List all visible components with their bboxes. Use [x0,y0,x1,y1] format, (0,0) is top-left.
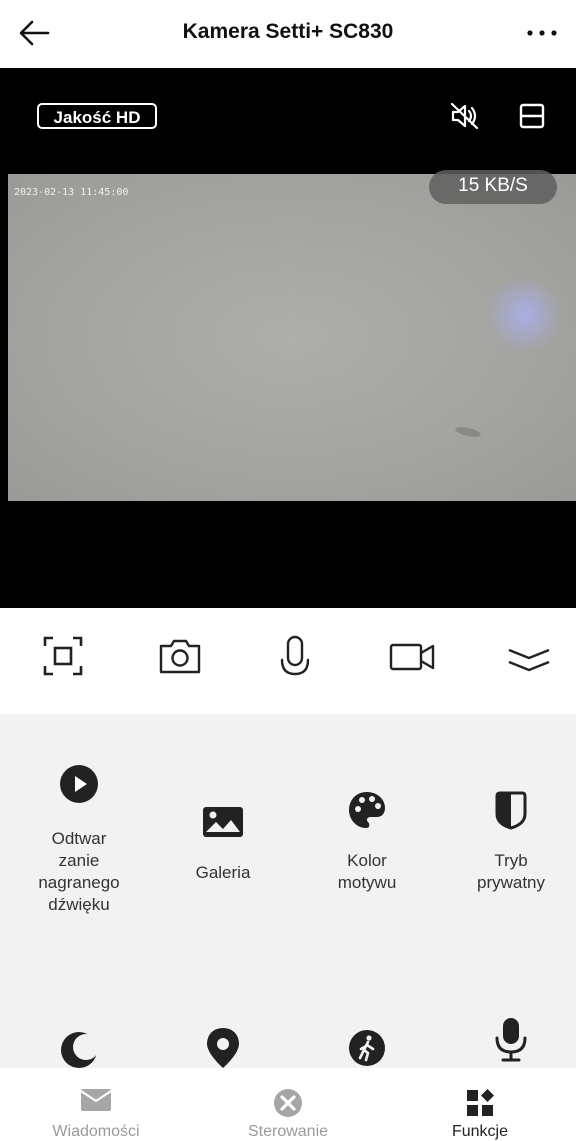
camera-snapshot-icon[interactable] [154,630,206,682]
privacy-shield-icon [495,791,527,830]
feed-speck [454,425,482,439]
microphone-stand-icon [495,1018,527,1062]
night-moon-icon [61,1032,99,1068]
control-x-icon [274,1089,302,1117]
grid-functions-icon [467,1089,494,1116]
location-pin-icon [207,1028,239,1068]
motion-walk-icon [349,1030,385,1066]
split-view-icon[interactable] [514,100,550,132]
app-header: Kamera Setti+ SC830 [0,0,576,68]
tab-label: Funkcje [451,1123,509,1140]
feature-label: Odtwar zanie nagranego dźwięku [38,829,120,914]
feature-label: Kolor motywu [337,851,397,892]
play-circle-icon [60,765,98,803]
camera-feed-image: 2023-02-13 11:45:00 [8,174,576,501]
tab-messages[interactable]: Wiadomości [0,1068,192,1140]
more-horizontal-icon[interactable] [522,18,562,48]
gallery-icon [203,807,243,837]
video-timestamp: 2023-02-13 11:45:00 [14,187,129,198]
tab-label: Wiadomości [52,1123,140,1140]
feature-play-recorded-sound[interactable]: Odtwar zanie nagranego dźwięku [7,764,151,934]
speaker-muted-icon[interactable] [447,100,483,132]
palette-icon [349,792,385,828]
features-panel: Odtwar zanie nagranego dźwięku Galeria K… [0,714,576,1068]
feature-night-mode[interactable] [7,1014,151,1068]
video-record-icon[interactable] [387,630,439,682]
tab-label: Sterowanie [247,1123,329,1140]
tab-control[interactable]: Sterowanie [192,1068,384,1140]
page-title: Kamera Setti+ SC830 [182,20,394,43]
fullscreen-icon[interactable] [37,630,89,682]
bottom-tab-bar: Wiadomości Sterowanie Funkcje [0,1068,576,1140]
envelope-icon [80,1089,112,1111]
bitrate-badge: 15 KB/S [429,170,557,204]
quality-hd-button[interactable]: Jakość HD [37,103,157,129]
feature-label: Galeria [195,863,251,882]
collapse-chevrons-icon[interactable] [503,630,555,682]
feature-privacy-mode[interactable]: Tryb prywatny [439,764,576,934]
feature-motion-detection[interactable] [295,1014,439,1068]
feature-gallery[interactable]: Galeria [151,764,295,934]
feature-label: Tryb prywatny [476,851,546,892]
tab-functions[interactable]: Funkcje [384,1068,576,1140]
microphone-icon[interactable] [271,630,323,682]
feature-location[interactable] [151,1014,295,1068]
feature-voice[interactable] [439,1014,576,1068]
feature-theme-color[interactable]: Kolor motywu [295,764,439,934]
